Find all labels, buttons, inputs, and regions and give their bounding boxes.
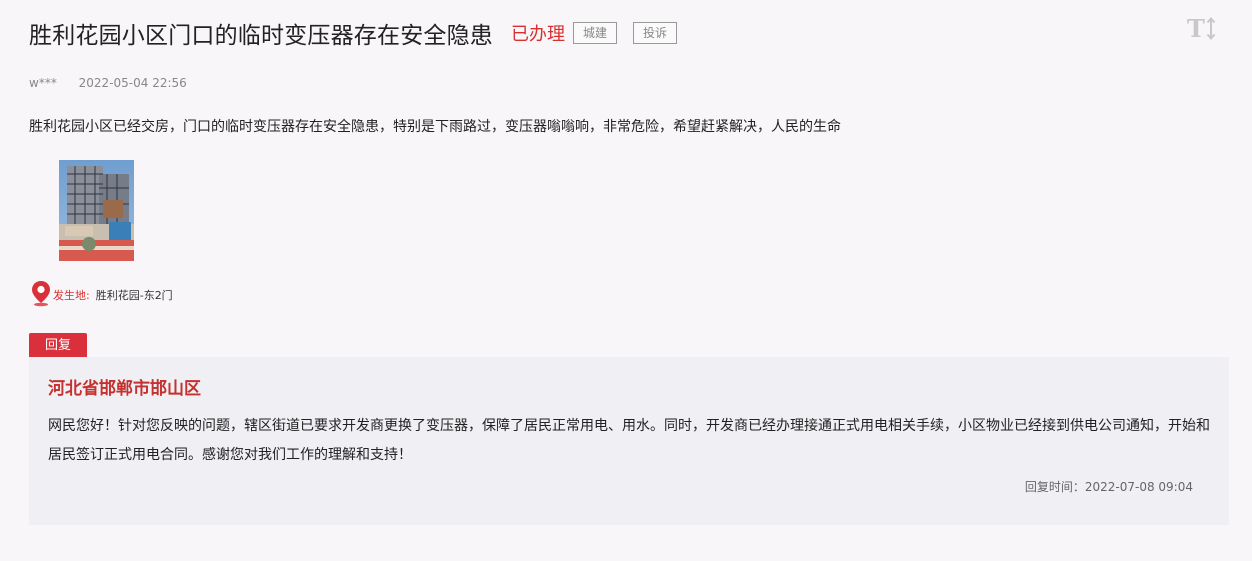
reply-organization: 河北省邯郸市邯山区 — [48, 379, 201, 399]
page: 胜利花园小区门口的临时变压器存在安全隐患 已办理 城建 投诉 T w*** 20… — [0, 0, 1252, 561]
reply-text: 网民您好！针对您反映的问题，辖区街道已要求开发商更换了变压器，保障了居民正常用电… — [48, 418, 1210, 463]
post-meta: w*** 2022-05-04 22:56 — [29, 76, 187, 90]
location-pin-icon — [31, 280, 51, 310]
post-content: 胜利花园小区已经交房，门口的临时变压器存在安全隐患，特别是下雨路过，变压器嗡嗡响… — [29, 119, 841, 135]
post-date: 2022-05-04 22:56 — [78, 76, 187, 90]
text-size-icon[interactable]: T — [1186, 14, 1218, 44]
page-title: 胜利花园小区门口的临时变压器存在安全隐患 — [29, 23, 493, 49]
type-tag[interactable]: 投诉 — [633, 22, 678, 44]
svg-text:T: T — [1187, 14, 1205, 43]
reply-tab: 回复 — [29, 333, 87, 358]
status-badge: 已办理 — [511, 24, 565, 45]
reply-time: 回复时间：2022-07-08 09:04 — [1024, 480, 1193, 494]
location-label: 发生地: — [53, 289, 90, 302]
location-value: 胜利花园-东2门 — [95, 289, 173, 302]
author: w*** — [29, 76, 57, 90]
post-photo-thumbnail[interactable] — [59, 160, 134, 261]
category-tag[interactable]: 城建 — [573, 22, 618, 44]
title-row: 胜利花园小区门口的临时变压器存在安全隐患 已办理 城建 投诉 — [29, 16, 678, 50]
location-row: 发生地: 胜利花园-东2门 — [31, 280, 173, 310]
reply-panel: 河北省邯郸市邯山区 网民您好！针对您反映的问题，辖区街道已要求开发商更换了变压器… — [29, 357, 1229, 525]
